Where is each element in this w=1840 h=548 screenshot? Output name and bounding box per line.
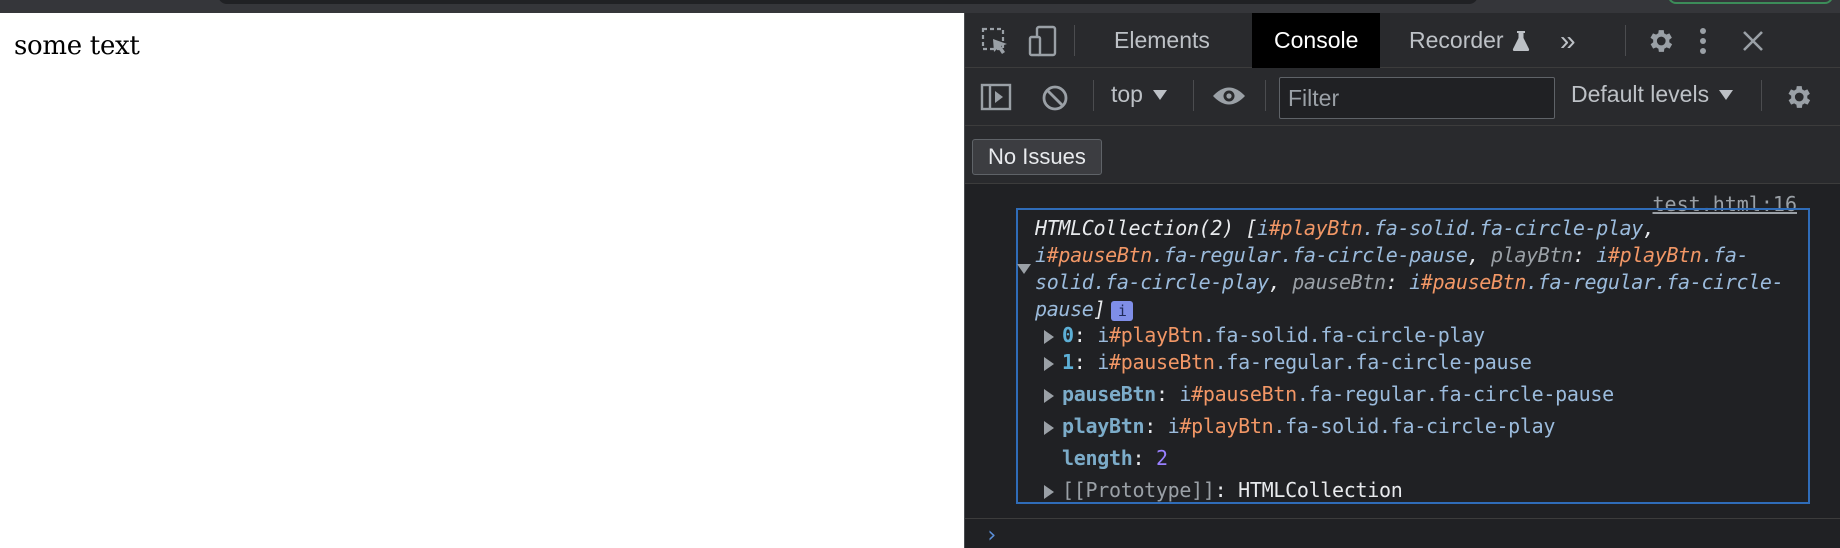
expand-arrow-icon[interactable]	[1044, 356, 1054, 371]
settings-icon[interactable]	[1643, 24, 1677, 58]
property-row[interactable]: 0: i#playBtn.fa-solid.fa-circle-play	[1044, 321, 1485, 349]
summary-tag: i	[1035, 243, 1047, 267]
more-tabs-button[interactable]: »	[1540, 13, 1596, 68]
console-settings-icon[interactable]	[1781, 80, 1815, 114]
console-messages: test.html:16 HTMLCollection(2) [i#playBt…	[965, 184, 1840, 518]
tab-console[interactable]: Console	[1252, 13, 1381, 68]
console-filter-input[interactable]: Filter	[1279, 77, 1555, 119]
summary-id: #playBtn	[1268, 216, 1363, 240]
no-issues-button[interactable]: No Issues	[972, 139, 1102, 175]
property-row[interactable]: 1: i#pauseBtn.fa-regular.fa-circle-pause	[1044, 348, 1532, 376]
summary-class: .fa-solid.fa-circle-play	[1362, 216, 1643, 240]
chevron-down-icon	[1152, 89, 1167, 100]
summary-id: #playBtn	[1607, 243, 1702, 267]
profile-button-edge[interactable]	[1668, 0, 1833, 4]
property-id: #playBtn	[1179, 414, 1274, 438]
show-sidebar-icon[interactable]	[979, 81, 1013, 113]
summary-key: pauseBtn	[1292, 270, 1386, 294]
tab-recorder-label: Recorder	[1409, 27, 1504, 53]
property-tag: i	[1167, 414, 1180, 438]
property-tag: i	[1097, 350, 1109, 374]
kebab-menu-icon[interactable]	[1693, 24, 1713, 58]
issues-bar: No Issues	[965, 126, 1840, 184]
toolbar-separator	[1625, 25, 1626, 56]
toolbar-separator	[1761, 80, 1762, 111]
summary-comma: ,	[1268, 270, 1293, 294]
info-icon[interactable]: i	[1111, 300, 1134, 321]
tab-recorder[interactable]: Recorder	[1387, 13, 1552, 68]
property-key: 1	[1062, 350, 1074, 374]
inspect-element-icon[interactable]	[979, 25, 1011, 57]
summary-colon: :	[1572, 243, 1597, 267]
prototype-key: [[Prototype]]	[1062, 478, 1215, 502]
summary-suffix: ]	[1093, 297, 1106, 321]
property-id: #playBtn	[1108, 323, 1203, 347]
flask-icon	[1512, 30, 1530, 52]
property-id: #pauseBtn	[1108, 350, 1215, 374]
property-class: .fa-regular.fa-circle-pause	[1296, 382, 1614, 406]
expand-arrow-icon[interactable]	[1044, 484, 1054, 499]
summary-id: #pauseBtn	[1420, 270, 1527, 294]
summary-comma: ,	[1467, 243, 1491, 267]
devtools-main-toolbar: Elements Console Recorder »	[965, 13, 1840, 68]
page-body-text: some text	[14, 31, 140, 61]
context-selector[interactable]: top	[1111, 81, 1167, 108]
log-levels-dropdown[interactable]: Default levels	[1571, 81, 1734, 108]
collection-summary[interactable]: HTMLCollection(2) [i#playBtn.fa-solid.fa…	[1035, 215, 1805, 323]
summary-id: #pauseBtn	[1046, 243, 1153, 267]
expand-arrow-icon[interactable]	[1044, 388, 1054, 403]
prototype-row[interactable]: [[Prototype]]: HTMLCollection	[1044, 476, 1403, 504]
log-levels-label: Default levels	[1571, 81, 1710, 107]
summary-key: playBtn	[1491, 243, 1573, 267]
expand-arrow-icon[interactable]	[1044, 420, 1054, 435]
collapse-arrow-icon[interactable]	[1017, 264, 1031, 274]
tab-elements[interactable]: Elements	[1092, 13, 1232, 68]
prompt-chevron-icon: ›	[985, 523, 999, 548]
live-expression-eye-icon[interactable]	[1209, 81, 1249, 111]
property-row[interactable]: pauseBtn: i#pauseBtn.fa-regular.fa-circl…	[1044, 380, 1614, 408]
property-row[interactable]: playBtn: i#playBtn.fa-solid.fa-circle-pl…	[1044, 412, 1555, 440]
property-tag: i	[1097, 323, 1109, 347]
context-label: top	[1111, 81, 1143, 107]
summary-comma: ,	[1642, 216, 1655, 240]
browser-chrome-strip	[0, 0, 1840, 13]
summary-class: .fa-regular.fa-circle-pause	[1151, 243, 1468, 267]
summary-tag: i	[1409, 270, 1421, 294]
toolbar-separator	[1093, 80, 1094, 111]
property-key: pauseBtn	[1062, 382, 1156, 406]
summary-colon: :	[1385, 270, 1410, 294]
toolbar-separator	[1265, 80, 1266, 111]
property-class: .fa-regular.fa-circle-pause	[1214, 350, 1532, 374]
property-key: playBtn	[1062, 414, 1145, 438]
length-row: length: 2	[1062, 446, 1168, 470]
length-value: 2	[1155, 446, 1168, 470]
summary-prefix: HTMLCollection(2) [	[1035, 216, 1258, 240]
summary-tag: i	[1257, 216, 1269, 240]
prototype-value: HTMLCollection	[1238, 478, 1403, 502]
console-toolbar: top Filter Default levels	[965, 68, 1840, 126]
property-tag: i	[1179, 382, 1192, 406]
address-bar-edge[interactable]	[218, 0, 1478, 4]
property-id: #pauseBtn	[1191, 382, 1297, 406]
chevron-down-icon	[1719, 89, 1734, 100]
property-class: .fa-solid.fa-circle-play	[1202, 323, 1485, 347]
close-icon[interactable]	[1737, 25, 1769, 57]
devtools-panel: Elements Console Recorder » top Filter D…	[964, 13, 1840, 548]
property-key: 0	[1062, 323, 1074, 347]
device-toolbar-icon[interactable]	[1027, 23, 1059, 59]
length-key: length	[1062, 446, 1133, 470]
toolbar-separator	[1193, 80, 1194, 111]
page-viewport: some text	[0, 13, 964, 548]
clear-console-icon[interactable]	[1039, 82, 1071, 114]
property-class: .fa-solid.fa-circle-play	[1273, 414, 1556, 438]
expand-arrow-icon[interactable]	[1044, 329, 1054, 344]
summary-tag: i	[1596, 243, 1608, 267]
console-prompt[interactable]: ›	[965, 518, 1840, 548]
toolbar-separator	[1074, 25, 1075, 56]
